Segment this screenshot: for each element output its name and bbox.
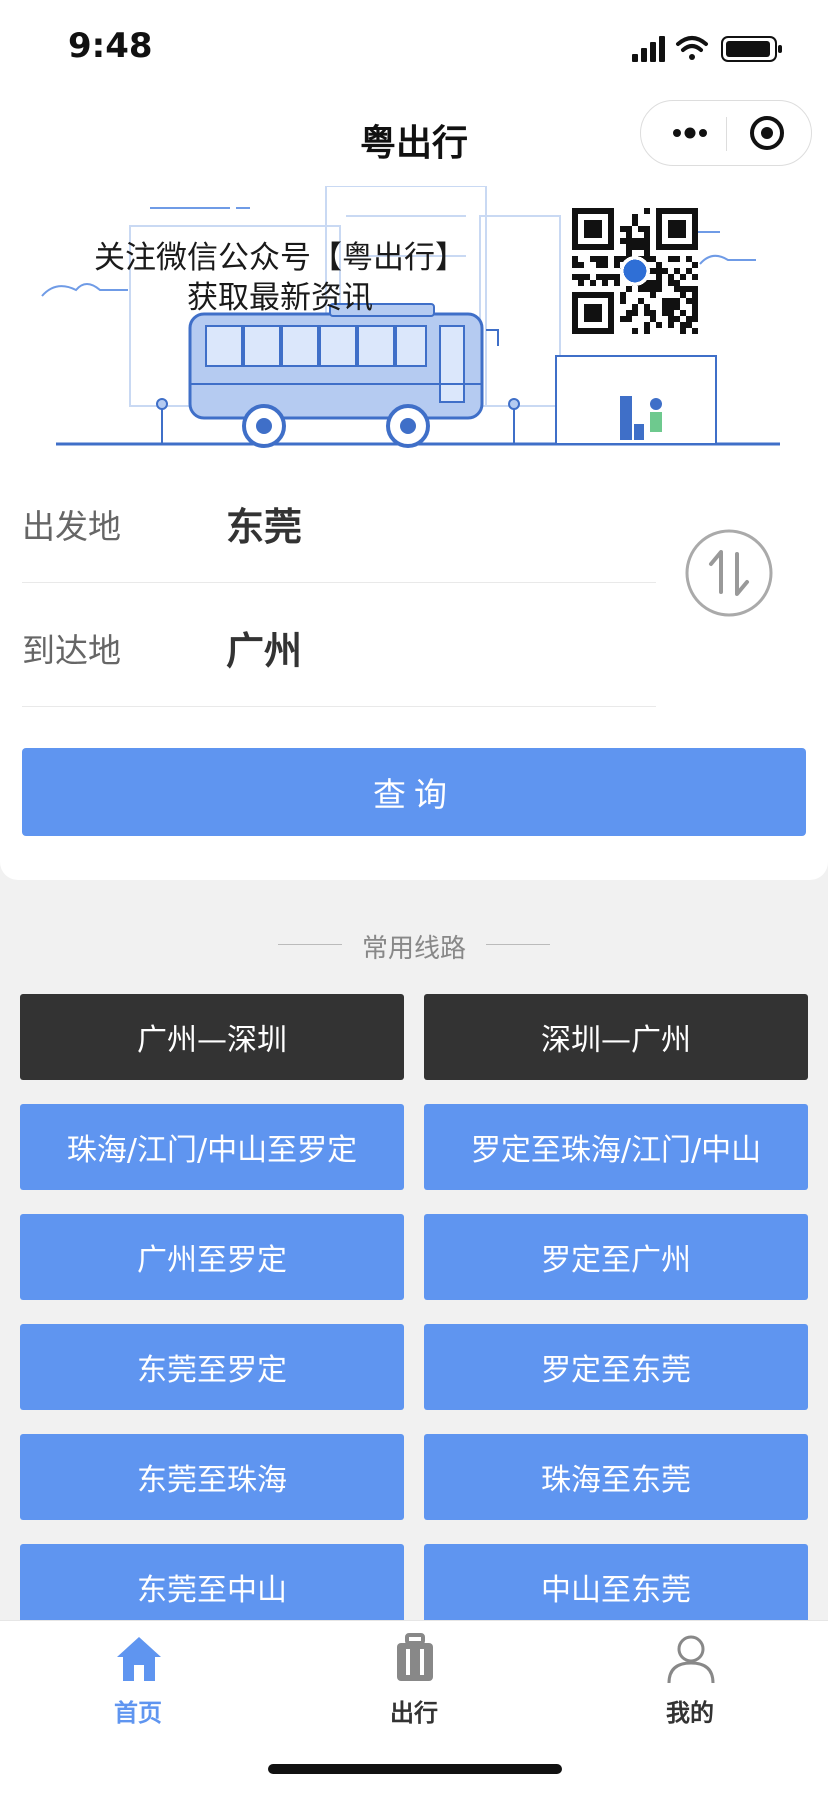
qr-code-image xyxy=(572,208,698,334)
tab-travel[interactable]: 出行 xyxy=(334,1629,494,1739)
wifi-icon xyxy=(676,36,708,60)
status-icons xyxy=(632,36,782,62)
banner-line-2: 获取最新资讯 xyxy=(187,280,373,316)
departure-label: 出发地 xyxy=(22,507,121,546)
luggage-icon xyxy=(397,1633,433,1681)
divider-right xyxy=(486,944,550,945)
routes-header-text: 常用线路 xyxy=(361,934,466,964)
route-button[interactable]: 罗定至东莞 xyxy=(424,1324,808,1410)
status-time: 9:48 xyxy=(68,26,153,66)
status-bar: 9:48 xyxy=(0,0,828,96)
route-button[interactable]: 广州至罗定 xyxy=(20,1214,404,1300)
tab-mine-label: 我的 xyxy=(666,1699,714,1727)
user-icon xyxy=(667,1635,715,1684)
banner-line-1: 关注微信公众号【粤出行】 xyxy=(94,240,466,276)
tab-home-label: 首页 xyxy=(114,1699,162,1727)
route-button[interactable]: 东莞至珠海 xyxy=(20,1434,404,1520)
tab-travel-label: 出行 xyxy=(390,1699,438,1727)
capsule-divider xyxy=(726,117,727,151)
destination-value[interactable]: 广州 xyxy=(226,620,302,675)
route-button[interactable]: 罗定至珠海/江门/中山 xyxy=(424,1104,808,1190)
promo-banner[interactable]: 关注微信公众号【粤出行】 获取最新资讯 xyxy=(0,186,828,456)
banner-text: 关注微信公众号【粤出行】 获取最新资讯 xyxy=(60,238,500,318)
routes-grid: 广州—深圳 深圳—广州 珠海/江门/中山至罗定 罗定至珠海/江门/中山 广州至罗定 罗定至… xyxy=(20,994,810,1620)
route-button[interactable]: 广州—深圳 xyxy=(20,994,404,1080)
route-button[interactable]: 罗定至广州 xyxy=(424,1214,808,1300)
destination-field[interactable]: 到达地 广州 xyxy=(22,582,656,707)
home-indicator xyxy=(268,1764,562,1774)
route-button[interactable]: 东莞至罗定 xyxy=(20,1324,404,1410)
miniprogram-capsule xyxy=(640,100,812,166)
route-button[interactable]: 深圳—广州 xyxy=(424,994,808,1080)
close-miniprogram-icon[interactable] xyxy=(731,101,803,165)
destination-label: 到达地 xyxy=(22,631,121,670)
signal-icon xyxy=(632,36,665,62)
bus-illustration xyxy=(41,186,780,448)
tab-mine[interactable]: 我的 xyxy=(610,1629,770,1739)
tab-home[interactable]: 首页 xyxy=(58,1629,218,1739)
home-icon xyxy=(117,1637,161,1681)
swap-icon[interactable] xyxy=(684,528,774,618)
route-button[interactable]: 中山至东莞 xyxy=(424,1544,808,1620)
search-card: 关注微信公众号【粤出行】 获取最新资讯 出发地 东莞 到达地 广州 查询 xyxy=(0,186,828,880)
route-button[interactable]: 珠海至东莞 xyxy=(424,1434,808,1520)
nav-bar: 粤出行 xyxy=(0,96,828,186)
route-button[interactable]: 珠海/江门/中山至罗定 xyxy=(20,1104,404,1190)
more-icon[interactable] xyxy=(653,101,725,165)
routes-header: 常用线路 xyxy=(0,924,828,964)
query-button[interactable]: 查询 xyxy=(22,748,806,836)
departure-field[interactable]: 出发地 东莞 xyxy=(22,458,656,583)
battery-icon xyxy=(721,36,782,62)
route-button[interactable]: 东莞至中山 xyxy=(20,1544,404,1620)
departure-value[interactable]: 东莞 xyxy=(226,496,302,551)
